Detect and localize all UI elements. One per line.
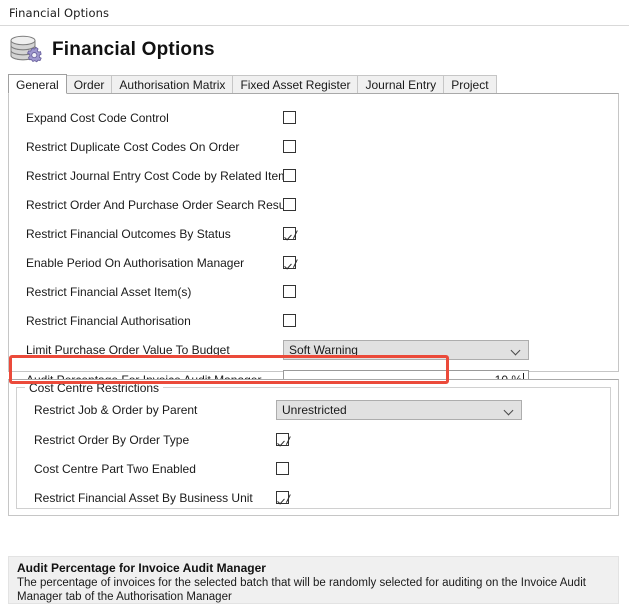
option-control bbox=[274, 248, 610, 277]
option-control: Soft Warning bbox=[274, 335, 610, 365]
option-label: Restrict Duplicate Cost Codes On Order bbox=[9, 140, 239, 154]
option-label: Cost Centre Part Two Enabled bbox=[9, 462, 196, 476]
option-row-restrict-journal-entry-cost-code-by-related-item: Restrict Journal Entry Cost Code by Rela… bbox=[9, 161, 618, 190]
help-panel: Audit Percentage for Invoice Audit Manag… bbox=[8, 556, 619, 604]
page-title: Financial Options bbox=[52, 39, 215, 61]
option-label: Limit Purchase Order Value To Budget bbox=[9, 343, 230, 357]
chevron-down-icon bbox=[505, 406, 514, 415]
option-control bbox=[274, 277, 610, 306]
option-control bbox=[267, 454, 616, 483]
option-row-restrict-job-and-order-by-parent: Restrict Job & Order by Parent Unrestric… bbox=[9, 394, 618, 425]
checkbox-expand-cost-code-control[interactable] bbox=[283, 111, 296, 124]
tab-general[interactable]: General bbox=[8, 74, 67, 94]
option-label: Restrict Order And Purchase Order Search… bbox=[9, 198, 291, 212]
tab-strip: General Order Authorisation Matrix Fixed… bbox=[8, 74, 619, 94]
option-row-limit-purchase-order-value-to-budget: Limit Purchase Order Value To Budget Sof… bbox=[9, 335, 618, 365]
option-control bbox=[267, 425, 616, 454]
checkbox-restrict-financial-asset-items[interactable] bbox=[283, 285, 296, 298]
checkbox-restrict-journal-entry-cost-code-by-related-item[interactable] bbox=[283, 169, 296, 182]
window-titlebar: Financial Options bbox=[0, 0, 629, 26]
cost-centre-restrictions-panel: Cost Centre Restrictions Restrict Job & … bbox=[8, 379, 619, 516]
option-control bbox=[267, 483, 616, 512]
option-label: Enable Period On Authorisation Manager bbox=[9, 256, 244, 270]
help-body: The percentage of invoices for the selec… bbox=[17, 576, 610, 604]
option-label: Restrict Journal Entry Cost Code by Rela… bbox=[9, 169, 288, 183]
option-control bbox=[274, 103, 610, 132]
option-row-expand-cost-code-control: Expand Cost Code Control bbox=[9, 103, 618, 132]
cost-centre-rows: Restrict Job & Order by Parent Unrestric… bbox=[9, 394, 618, 512]
option-control bbox=[274, 190, 610, 219]
option-row-restrict-financial-asset-items: Restrict Financial Asset Item(s) bbox=[9, 277, 618, 306]
option-row-restrict-order-and-purchase-order-search-result: Restrict Order And Purchase Order Search… bbox=[9, 190, 618, 219]
option-label: Restrict Financial Authorisation bbox=[9, 314, 191, 328]
page-header: Financial Options bbox=[0, 26, 629, 74]
option-label: Restrict Financial Asset By Business Uni… bbox=[9, 491, 253, 505]
option-label: Restrict Order By Order Type bbox=[9, 433, 189, 447]
tab-journal-entry[interactable]: Journal Entry bbox=[357, 75, 444, 94]
option-row-restrict-duplicate-cost-codes-on-order: Restrict Duplicate Cost Codes On Order bbox=[9, 132, 618, 161]
checkbox-enable-period-on-authorisation-manager[interactable] bbox=[283, 256, 296, 269]
database-gear-icon bbox=[8, 31, 44, 69]
option-label: Restrict Financial Asset Item(s) bbox=[9, 285, 191, 299]
help-title: Audit Percentage for Invoice Audit Manag… bbox=[17, 561, 610, 575]
checkbox-restrict-financial-authorisation[interactable] bbox=[283, 314, 296, 327]
option-control bbox=[274, 306, 610, 335]
option-row-restrict-financial-authorisation: Restrict Financial Authorisation bbox=[9, 306, 618, 335]
option-control: Unrestricted bbox=[267, 394, 616, 425]
option-label: Expand Cost Code Control bbox=[9, 111, 169, 125]
checkbox-restrict-order-and-purchase-order-search-result[interactable] bbox=[283, 198, 296, 211]
option-label: Restrict Financial Outcomes By Status bbox=[9, 227, 231, 241]
checkbox-restrict-order-by-order-type[interactable] bbox=[276, 433, 289, 446]
checkbox-restrict-financial-outcomes-by-status[interactable] bbox=[283, 227, 296, 240]
dropdown-selected-value: Unrestricted bbox=[282, 403, 347, 417]
option-control bbox=[274, 132, 610, 161]
general-options-panel: Expand Cost Code Control Restrict Duplic… bbox=[8, 93, 619, 372]
dropdown-limit-purchase-order-value-to-budget[interactable]: Soft Warning bbox=[283, 340, 529, 360]
checkbox-restrict-financial-asset-by-business-unit[interactable] bbox=[276, 491, 289, 504]
dropdown-selected-value: Soft Warning bbox=[289, 343, 358, 357]
chevron-down-icon bbox=[512, 346, 521, 355]
tab-project[interactable]: Project bbox=[443, 75, 496, 94]
checkbox-cost-centre-part-two-enabled[interactable] bbox=[276, 462, 289, 475]
option-row-restrict-financial-outcomes-by-status: Restrict Financial Outcomes By Status bbox=[9, 219, 618, 248]
option-control bbox=[274, 219, 610, 248]
option-row-enable-period-on-authorisation-manager: Enable Period On Authorisation Manager bbox=[9, 248, 618, 277]
tab-order[interactable]: Order bbox=[66, 75, 113, 94]
option-row-cost-centre-part-two-enabled: Cost Centre Part Two Enabled bbox=[9, 454, 618, 483]
option-control bbox=[274, 161, 610, 190]
tab-authorisation-matrix[interactable]: Authorisation Matrix bbox=[111, 75, 233, 94]
option-row-restrict-order-by-order-type: Restrict Order By Order Type bbox=[9, 425, 618, 454]
window-title: Financial Options bbox=[9, 6, 109, 20]
tab-fixed-asset-register[interactable]: Fixed Asset Register bbox=[232, 75, 358, 94]
option-label: Restrict Job & Order by Parent bbox=[9, 403, 197, 417]
option-row-restrict-financial-asset-by-business-unit: Restrict Financial Asset By Business Uni… bbox=[9, 483, 618, 512]
dropdown-restrict-job-and-order-by-parent[interactable]: Unrestricted bbox=[276, 400, 522, 420]
group-legend-cost-centre-restrictions: Cost Centre Restrictions bbox=[25, 381, 163, 395]
checkbox-restrict-duplicate-cost-codes-on-order[interactable] bbox=[283, 140, 296, 153]
